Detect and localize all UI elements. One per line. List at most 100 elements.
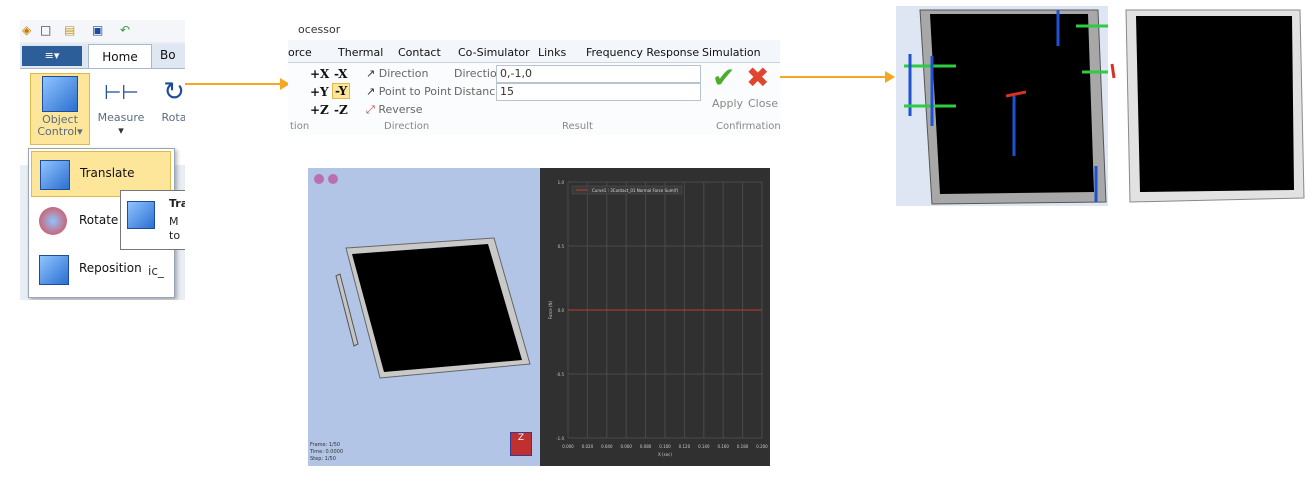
stylus-model [335,273,359,347]
axis-button-plus-x[interactable]: +X [310,67,329,81]
axis-button-minus-z[interactable]: -Z [334,103,348,117]
undo-icon[interactable]: ↶ [120,23,130,37]
measure-label: Measure [97,111,145,124]
chart-xtick-label: 0.080 [640,444,652,449]
axis-button-minus-x[interactable]: -X [334,67,347,81]
chart-xtick-label: 0.040 [601,444,613,449]
chart-ytick-label: 0.5 [558,244,565,249]
chart-xtick-label: 0.100 [659,444,671,449]
reposition-icon [39,255,69,285]
after-marker [1110,63,1116,79]
force-chart-area: 0.000 0.020 0.040 0.060 0.080 0.100 0.120 0.140… [540,168,770,466]
menu-item-label: Translate [80,166,135,180]
chart-xtick-label: 0.020 [582,444,594,449]
translate-tooltip-icon [127,201,155,229]
tab-home[interactable]: Home [88,44,152,69]
tab-co-simulator[interactable]: Co-Simulator [458,46,530,59]
chart-ytick-label: 0.0 [558,308,565,313]
flow-arrow-line [780,76,886,78]
tab-frequency-response[interactable]: Frequency Response [586,46,699,59]
frame-readout: Frame: 1/50 [310,442,341,448]
direction-icon: ↗ [366,67,376,80]
chart-ytick-label: -0.5 [556,372,564,377]
step-readout: Step: 1/50 [310,456,336,462]
point-to-point-button[interactable]: ↗ Point to Point [366,85,451,98]
axis-button-minus-y[interactable]: -Y [332,83,351,99]
simulation-result-panel: Z Frame: 1/50 Time: 0.0000 Step: 1/50 0.… [308,168,770,466]
point-to-point-label: Point to Point [378,85,452,98]
axis-button-plus-y[interactable]: +Y [310,85,329,99]
tooltip-text: M [169,215,179,228]
save-icon[interactable]: ▣ [92,23,103,37]
ribbon-body: +X -X +Y -Y +Z -Z tion ↗ Direction ↗ Poi… [288,62,781,135]
tablet-model [335,237,531,379]
point-to-point-icon: ↗ [366,85,376,98]
group-label: Result [562,121,593,132]
view-cube[interactable]: Z [510,432,532,456]
tab-bo[interactable]: Bo [160,48,176,62]
before-after-view [896,6,1308,206]
chart-ytick-label: 1.0 [558,180,565,185]
open-folder-icon[interactable]: ▤ [64,23,75,37]
tab-thermal[interactable]: Thermal [338,46,383,59]
chart-xtick-label: 0.120 [679,444,691,449]
tooltip-title: Tra [169,197,185,210]
direction-button-label: Direction [378,67,429,80]
force-chart[interactable]: 0.000 0.020 0.040 0.060 0.080 0.100 0.120 0.140… [540,168,770,466]
rotate-ribbon-button[interactable]: ↻ Rota [154,73,185,143]
tooltip-text: to [169,229,181,242]
measure-dropdown-arrow: ▾ [118,124,124,137]
chart-xtick-label: 0.140 [698,444,710,449]
app-icon[interactable]: ◈ [22,23,31,37]
menu-item-label: Reposition [79,261,142,275]
translate-tooltip: Tra M to [120,190,185,250]
chart-xtick-label: 0.060 [620,444,632,449]
partial-text: ic_ [148,264,164,278]
distance-field[interactable]: 15 [496,83,701,101]
measure-button[interactable]: ⊢⊢ Measure ▾ [92,73,150,143]
group-label: tion [290,121,310,132]
ribbon-tab-bar: ≡▾ Home Bo [20,44,185,69]
rotate-icon [39,207,67,235]
close-x-icon[interactable]: ✖ [746,63,769,93]
window-title: ocessor [288,20,790,40]
chart-legend-label: Curve1 : 3Contact_01 Normal Force Sum(f) [592,188,678,193]
chart-ylabel: Force (N) [548,300,553,319]
axis-button-plus-z[interactable]: +Z [310,103,329,117]
rotate-ribbon-label: Rota [161,111,185,124]
chart-xtick-label: 0.000 [562,444,574,449]
object-control-icon [42,76,78,112]
translate-icon [40,160,70,190]
object-control-button[interactable]: Object Control▾ [30,73,90,145]
tab-links[interactable]: Links [538,46,566,59]
tab-contact[interactable]: Contact [398,46,441,59]
translate-ribbon-panel: ocessor orce Thermal Contact Co-Simulato… [288,20,790,135]
group-label: Confirmation [716,121,781,132]
direction-field[interactable]: 0,-1,0 [496,65,701,83]
quick-access-toolbar: ◈ □ ▤ ▣ ↶ [20,20,185,42]
after-tablet-screen [1136,16,1294,192]
ribbon-tabs: orce Thermal Contact Co-Simulator Links … [288,42,780,62]
before-tablet-screen [930,14,1094,194]
close-button[interactable]: Close [748,97,778,110]
new-file-icon[interactable]: □ [40,23,51,37]
tab-simulation[interactable]: Simulation [702,46,761,59]
object-control-label: Object Control▾ [37,113,83,138]
time-readout: Time: 0.0000 [310,449,344,455]
rotate-icon: ↻ [163,77,185,107]
chart-xtick-label: 0.160 [717,444,729,449]
apply-button[interactable]: Apply [712,97,743,110]
reverse-label: Reverse [378,103,423,116]
apply-check-icon[interactable]: ✔ [712,63,735,93]
measure-icon: ⊢⊢ [104,80,139,104]
direction-button[interactable]: ↗ Direction [366,67,428,80]
reverse-button[interactable]: ⤢ Reverse [366,103,423,117]
chart-xlabel: X (sec) [658,452,672,457]
translation-result-panel [896,6,1308,206]
3d-viewport[interactable]: Z Frame: 1/50 Time: 0.0000 Step: 1/50 [308,168,540,466]
file-menu-button[interactable]: ≡▾ [22,46,82,66]
reverse-icon: ⤢ [366,103,375,116]
chart-ytick-label: -1.0 [556,436,564,441]
tab-force[interactable]: orce [288,46,312,59]
flow-arrow-head [885,71,895,83]
